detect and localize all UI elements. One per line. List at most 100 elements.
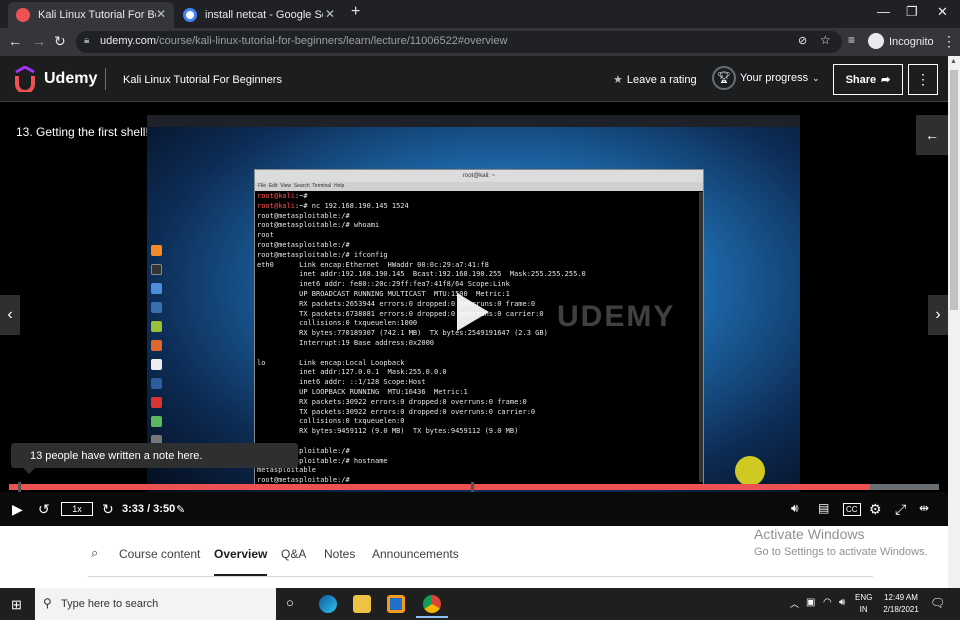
- terminal-line: inet6 addr: ::1/128 Scope:Host: [257, 378, 697, 388]
- lecture-title: 13. Getting the first shell!: [16, 125, 149, 139]
- terminal-dock-icon: [151, 264, 162, 275]
- windows-start-icon[interactable]: ⊞: [11, 597, 22, 613]
- incognito-label[interactable]: Incognito: [889, 36, 934, 48]
- line-text: inet addr:127.0.0.1 Mask:255.0.0.0: [257, 368, 447, 377]
- search-icon[interactable]: ⌕: [91, 545, 98, 561]
- rating-label: Leave a rating: [626, 74, 697, 86]
- note-marker[interactable]: [471, 482, 474, 492]
- expand-sidebar-icon[interactable]: ←: [916, 115, 948, 155]
- forward-icon[interactable]: →: [32, 33, 46, 49]
- line-text: root@metasploitable:/#: [257, 211, 350, 220]
- line-text: :~#: [294, 192, 308, 200]
- file-explorer-icon[interactable]: [353, 595, 371, 613]
- activation-title: Activate Windows: [754, 526, 865, 542]
- player-controls: ▶ ↺ 1x ↻ 3:33 / 3:50 ✎ 🔊︎ ▤ CC ⚙ ⤢ ⇹: [0, 492, 948, 526]
- task-view-icon[interactable]: ○: [286, 595, 294, 610]
- browser-menu-icon[interactable]: ⋮: [942, 33, 956, 50]
- scroll-up-icon[interactable]: ▲: [950, 58, 958, 66]
- leave-rating-button[interactable]: ★ Leave a rating: [613, 73, 697, 86]
- share-button[interactable]: Share ➦: [833, 64, 903, 95]
- forward-skip-icon[interactable]: ↻: [102, 501, 114, 518]
- bookmark-star-icon[interactable]: ☆: [820, 33, 831, 47]
- line-text: Interrupt:19 Base address:0x2000: [257, 338, 435, 347]
- next-lecture-icon[interactable]: ›: [928, 295, 948, 335]
- speed-button[interactable]: 1x: [61, 502, 93, 516]
- language-indicator[interactable]: ENG IN: [855, 592, 872, 616]
- taskbar-search[interactable]: ⚲ Type here to search: [35, 588, 276, 620]
- volume-icon[interactable]: 🔊︎: [791, 501, 799, 516]
- vlc-like-app-icon[interactable]: [387, 595, 405, 613]
- line-text: lo Link encap:Local Loopback: [257, 358, 405, 367]
- network-icon[interactable]: ▣: [806, 597, 815, 608]
- notifications-icon[interactable]: 🗨︎: [930, 596, 945, 610]
- reading-list-icon[interactable]: ≡: [848, 33, 855, 47]
- reload-icon[interactable]: ↻: [54, 33, 66, 50]
- tab-title: Kali Linux Tutorial For Beginners: [38, 9, 156, 21]
- clock-date: 2/18/2021: [883, 605, 919, 614]
- terminal-line: root@metasploitable:/#: [257, 212, 697, 222]
- terminal-line: inet addr:192.168.190.145 Bcast:192.168.…: [257, 270, 697, 280]
- tab-course-content[interactable]: Course content: [119, 547, 200, 561]
- course-nav: ⌕ Course content Overview Q&A Notes Anno…: [0, 526, 948, 588]
- line-text: collisions:0 txqueuelen:0: [257, 417, 405, 426]
- line-text: inet addr:192.168.190.145 Bcast:192.168.…: [257, 270, 586, 279]
- back-icon[interactable]: ←: [8, 33, 22, 49]
- theater-mode-icon[interactable]: ⇹: [919, 501, 929, 515]
- google-favicon-icon: [183, 8, 197, 22]
- tracking-blocked-icon[interactable]: ⊘: [798, 34, 807, 47]
- incognito-icon: [868, 33, 884, 49]
- page-scrollbar[interactable]: ▲: [948, 56, 960, 588]
- video-frame[interactable]: root@kali: ~ File Edit View Search Termi…: [147, 115, 800, 493]
- tray-chevron-up-icon[interactable]: ︿: [790, 597, 799, 610]
- share-arrow-icon: ➦: [881, 74, 891, 86]
- leafpad-dock-icon: [151, 416, 162, 427]
- wifi-icon[interactable]: ◠: [823, 597, 832, 608]
- taskbar-clock[interactable]: 12:49 AM 2/18/2021: [882, 592, 920, 616]
- chrome-icon[interactable]: [423, 595, 441, 613]
- transcript-icon[interactable]: ▤: [818, 501, 829, 515]
- more-options-icon[interactable]: ⋮: [908, 64, 938, 95]
- tab-overview[interactable]: Overview: [214, 547, 267, 561]
- line-text: [257, 349, 261, 357]
- beef-dock-icon: [151, 378, 162, 389]
- minimize-window-icon[interactable]: —: [877, 4, 890, 19]
- terminal-line: root@metasploitable:/#: [257, 241, 697, 251]
- close-tab-icon[interactable]: ✕: [325, 7, 335, 21]
- note-marker[interactable]: [18, 482, 21, 492]
- settings-gear-icon[interactable]: ⚙: [869, 501, 882, 518]
- tab-qa[interactable]: Q&A: [281, 547, 306, 561]
- tab-notes[interactable]: Notes: [324, 547, 355, 561]
- browser-tab-google[interactable]: install netcat - Google Search ✕: [175, 2, 343, 28]
- edge-icon[interactable]: [319, 595, 337, 613]
- big-play-icon[interactable]: [457, 293, 489, 331]
- play-icon[interactable]: ▶: [12, 501, 23, 518]
- tab-announcements[interactable]: Announcements: [372, 547, 459, 561]
- terminal-line: Interrupt:19 Base address:0x2000: [257, 339, 697, 349]
- new-tab-icon[interactable]: +: [351, 3, 360, 21]
- volume-tray-icon[interactable]: 🔊︎: [839, 597, 845, 608]
- line-text: RX bytes:9459112 (9.0 MB) TX bytes:94591…: [257, 427, 519, 436]
- rewind-icon[interactable]: ↺: [38, 501, 50, 518]
- close-tab-icon[interactable]: ✕: [156, 7, 166, 21]
- scrollbar-thumb[interactable]: [950, 70, 958, 310]
- address-bar[interactable]: 🔒︎ udemy.com/course/kali-linux-tutorial-…: [76, 31, 842, 53]
- cursor-highlight-icon: [735, 456, 765, 486]
- previous-lecture-icon[interactable]: ‹: [0, 295, 20, 335]
- line-text: RX packets:30922 errors:0 dropped:0 over…: [257, 397, 527, 406]
- course-title[interactable]: Kali Linux Tutorial For Beginners: [123, 74, 282, 86]
- line-text: root@metasploitable:/#: [257, 240, 350, 249]
- terminal-line: root@kali:~#: [257, 192, 697, 202]
- captions-icon[interactable]: CC: [843, 503, 861, 516]
- kali-top-panel: [147, 115, 800, 127]
- seek-bar[interactable]: [9, 482, 939, 492]
- browser-tab-udemy[interactable]: Kali Linux Tutorial For Beginners ✕: [8, 2, 174, 28]
- your-progress-button[interactable]: 🏆︎ Your progress ⌄: [712, 66, 820, 90]
- udemy-logo-text[interactable]: Udemy: [44, 70, 97, 88]
- faraday-dock-icon: [151, 397, 162, 408]
- add-note-icon[interactable]: ✎: [176, 503, 185, 516]
- line-text: :~# nc 192.168.190.145 1524: [294, 201, 409, 210]
- maximize-window-icon[interactable]: ❐: [906, 4, 918, 20]
- close-window-icon[interactable]: ✕: [937, 4, 948, 20]
- fullscreen-icon[interactable]: ⤢: [895, 501, 906, 518]
- udemy-logo-icon[interactable]: [12, 66, 38, 92]
